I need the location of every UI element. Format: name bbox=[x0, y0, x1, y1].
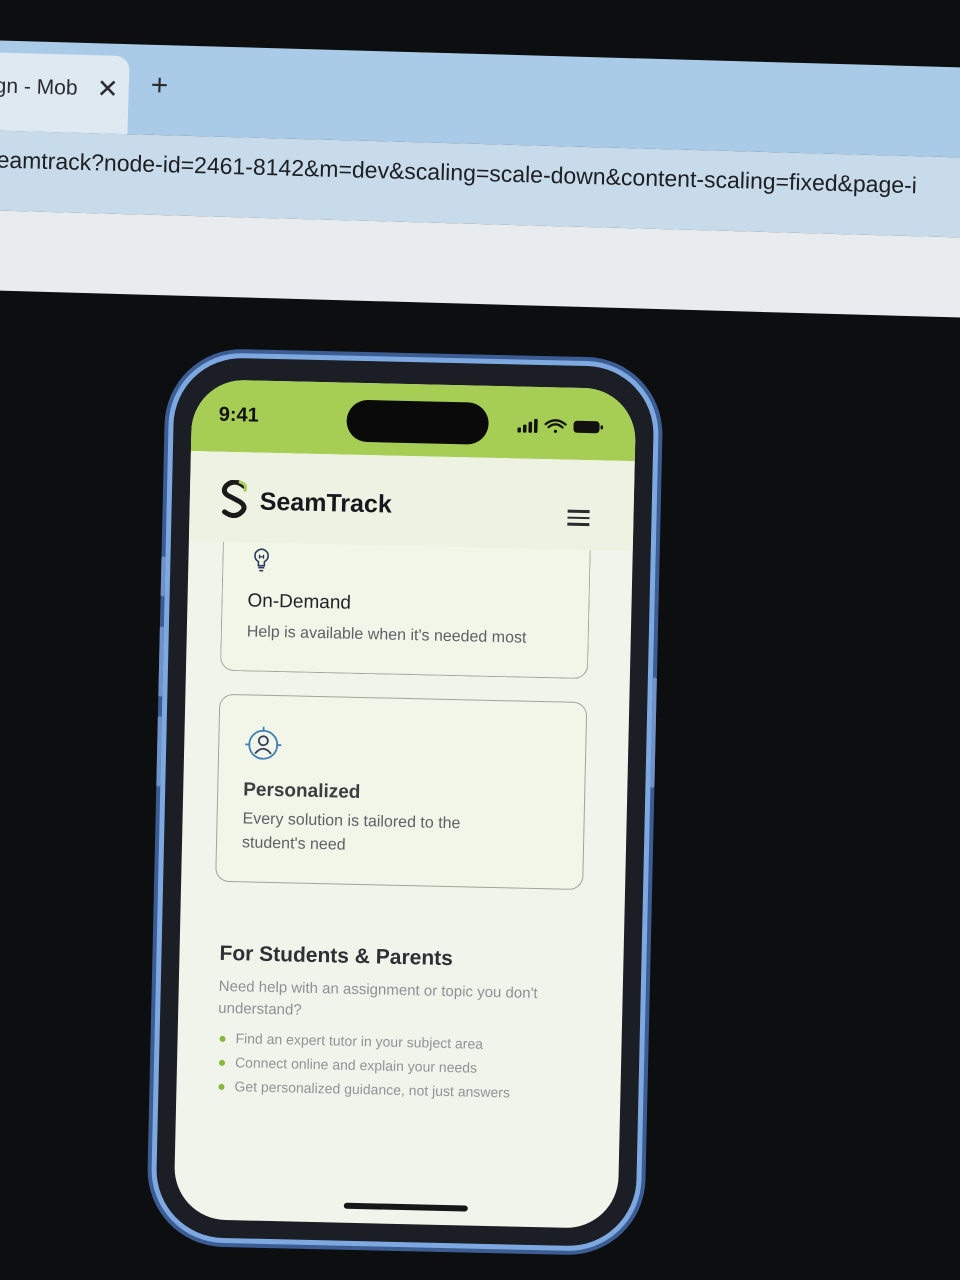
status-bar: 9:41 bbox=[190, 379, 637, 462]
feature-card-on-demand: On-Demand Help is available when it's ne… bbox=[219, 541, 592, 680]
signal-icon bbox=[517, 418, 538, 433]
status-time: 9:41 bbox=[218, 403, 260, 427]
tab-title: gn - Mob bbox=[0, 74, 78, 100]
card-title: Personalized bbox=[242, 779, 361, 803]
silent-switch bbox=[160, 556, 166, 597]
lightbulb-icon bbox=[248, 546, 275, 578]
section-description: Need help with an assignment or topic yo… bbox=[218, 977, 538, 1019]
browser-tab[interactable]: gn - Mob ✕ bbox=[0, 51, 130, 135]
benefit-list: Find an expert tutor in your subject are… bbox=[216, 1028, 537, 1104]
wifi-icon bbox=[544, 419, 567, 433]
feature-card-personalized: Personalized Every solution is tailored … bbox=[215, 693, 588, 891]
brand-name[interactable]: SeamTrack bbox=[259, 488, 392, 520]
page-content: On-Demand Help is available when it's ne… bbox=[173, 541, 632, 1229]
phone-frame: 9:41 SeamTrack On-Demand Help is availab… bbox=[155, 356, 657, 1248]
phone-screen: 9:41 SeamTrack On-Demand Help is availab… bbox=[173, 379, 637, 1229]
url-text[interactable]: eamtrack?node-id=2461-8142&m=dev&scaling… bbox=[0, 147, 917, 200]
hamburger-menu-icon[interactable] bbox=[567, 506, 590, 530]
seamtrack-logo-icon[interactable] bbox=[219, 479, 250, 524]
power-button bbox=[650, 677, 657, 788]
list-item: Find an expert tutor in your subject are… bbox=[217, 1028, 537, 1056]
dynamic-island bbox=[346, 399, 490, 445]
list-item: Get personalized guidance, not just answ… bbox=[216, 1076, 536, 1104]
students-parents-section: For Students & Parents Need help with an… bbox=[216, 942, 540, 1107]
battery-icon bbox=[573, 420, 604, 434]
card-description: Help is available when it's needed most bbox=[246, 623, 527, 647]
close-tab-icon[interactable]: ✕ bbox=[96, 73, 119, 105]
new-tab-button[interactable]: + bbox=[150, 69, 168, 103]
list-item: Connect online and explain your needs bbox=[217, 1052, 537, 1080]
status-icons bbox=[517, 416, 607, 441]
volume-up-button bbox=[158, 626, 164, 697]
card-description: Every solution is tailored to the studen… bbox=[241, 810, 461, 854]
app-header: SeamTrack bbox=[188, 451, 635, 552]
browser-window: gn - Mob ✕ + eamtrack?node-id=2461-8142&… bbox=[0, 40, 960, 319]
section-title: For Students & Parents bbox=[219, 941, 454, 971]
card-title: On-Demand bbox=[247, 590, 352, 614]
volume-down-button bbox=[156, 716, 162, 787]
person-target-icon bbox=[244, 725, 283, 769]
